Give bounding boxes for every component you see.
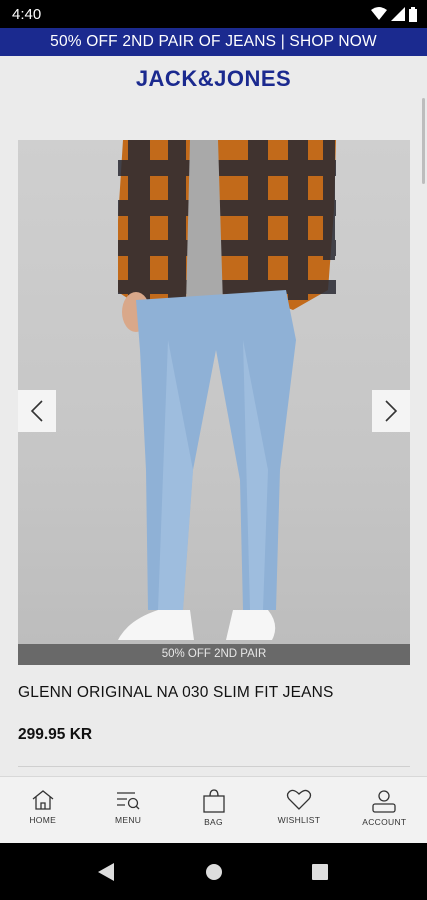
brand-logo[interactable]: JACK&JONES: [0, 66, 427, 92]
nav-bag-label: BAG: [204, 817, 223, 827]
chevron-right-icon: [385, 400, 398, 422]
bag-icon: [202, 789, 225, 813]
product-image[interactable]: [18, 140, 410, 665]
nav-wishlist[interactable]: WISHLIST: [256, 777, 341, 843]
promo-banner[interactable]: 50% OFF 2ND PAIR OF JEANS | SHOP NOW: [0, 28, 427, 56]
scrollbar[interactable]: [422, 98, 425, 184]
promo-caption: 50% OFF 2ND PAIR: [18, 644, 410, 665]
nav-wishlist-label: WISHLIST: [277, 815, 321, 825]
home-icon: [32, 790, 54, 810]
nav-home[interactable]: HOME: [0, 777, 85, 843]
android-nav-bar: [0, 843, 427, 900]
nav-menu[interactable]: MENU: [85, 777, 170, 843]
menu-search-icon: [117, 792, 140, 810]
heart-icon: [286, 789, 312, 810]
product-photo: [118, 140, 336, 640]
chevron-left-icon: [30, 400, 43, 422]
nav-account-label: ACCOUNT: [362, 817, 407, 827]
status-icons: [371, 6, 417, 22]
status-bar: 4:40: [0, 0, 427, 28]
battery-icon: [409, 6, 417, 22]
carousel-prev-button[interactable]: [18, 390, 56, 432]
nav-account[interactable]: ACCOUNT: [342, 777, 427, 843]
app-screen: 50% OFF 2ND PAIR OF JEANS | SHOP NOW JAC…: [0, 28, 427, 843]
back-icon[interactable]: [98, 863, 114, 881]
status-time: 4:40: [12, 6, 42, 23]
bottom-nav: HOME MENU BAG WISHLIST ACCOUNT: [0, 776, 427, 843]
wifi-icon: [371, 7, 387, 20]
nav-home-label: HOME: [29, 815, 57, 825]
home-circle-icon[interactable]: [205, 863, 223, 881]
product-price: 299.95 KR: [18, 726, 93, 743]
divider: [18, 766, 410, 767]
nav-menu-label: MENU: [114, 815, 142, 825]
user-icon: [372, 790, 396, 813]
nav-bag[interactable]: BAG: [171, 777, 256, 843]
carousel-next-button[interactable]: [372, 390, 410, 432]
recents-icon[interactable]: [312, 864, 328, 880]
product-title: GLENN ORIGINAL NA 030 SLIM FIT JEANS: [18, 684, 334, 701]
signal-icon: [391, 7, 405, 21]
